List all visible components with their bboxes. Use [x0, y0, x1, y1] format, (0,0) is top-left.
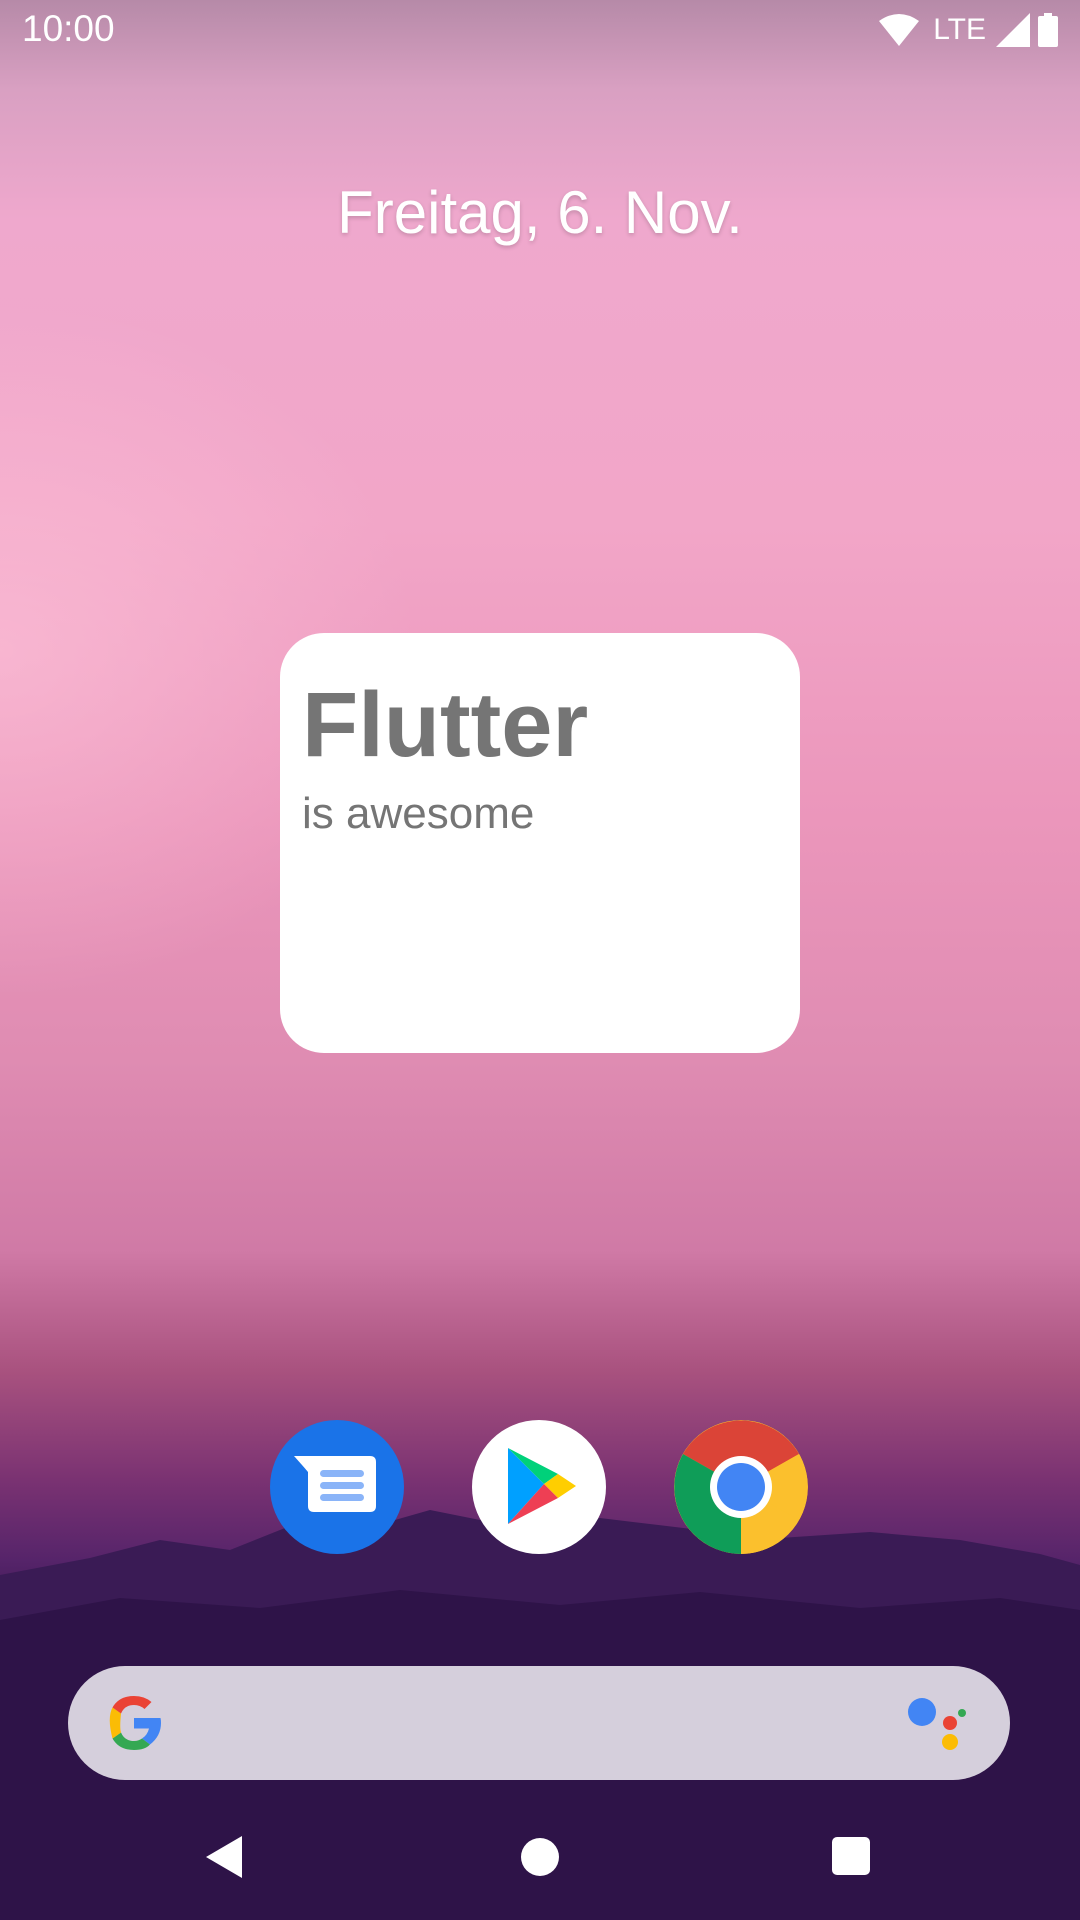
- widget-title: Flutter: [302, 674, 589, 776]
- status-icons: LTE: [879, 13, 1058, 47]
- chrome-icon: [674, 1420, 808, 1554]
- battery-icon: [1038, 13, 1058, 47]
- network-type-label: LTE: [933, 13, 986, 46]
- date-label[interactable]: Freitag, 6. Nov.: [0, 178, 1080, 247]
- navigation-bar: [0, 1800, 1080, 1920]
- google-g-icon[interactable]: [102, 1691, 166, 1755]
- assistant-icon[interactable]: [906, 1696, 970, 1752]
- cell-signal-icon: [996, 13, 1030, 47]
- messages-app-icon[interactable]: [270, 1420, 404, 1554]
- recents-icon[interactable]: [832, 1837, 870, 1875]
- google-search-bar[interactable]: [68, 1666, 1010, 1780]
- play-store-app-icon[interactable]: [472, 1420, 606, 1554]
- back-icon[interactable]: [204, 1834, 244, 1880]
- chrome-app-icon[interactable]: [674, 1420, 808, 1554]
- status-time: 10:00: [22, 8, 115, 49]
- wifi-icon: [879, 14, 920, 46]
- play-store-icon: [508, 1448, 576, 1524]
- status-bar: 10:00 LTE: [0, 0, 1080, 64]
- widget-subtitle: is awesome: [302, 789, 535, 838]
- messages-icon: [294, 1456, 376, 1512]
- flutter-widget[interactable]: Flutter is awesome: [280, 633, 800, 1053]
- home-icon[interactable]: [521, 1838, 559, 1876]
